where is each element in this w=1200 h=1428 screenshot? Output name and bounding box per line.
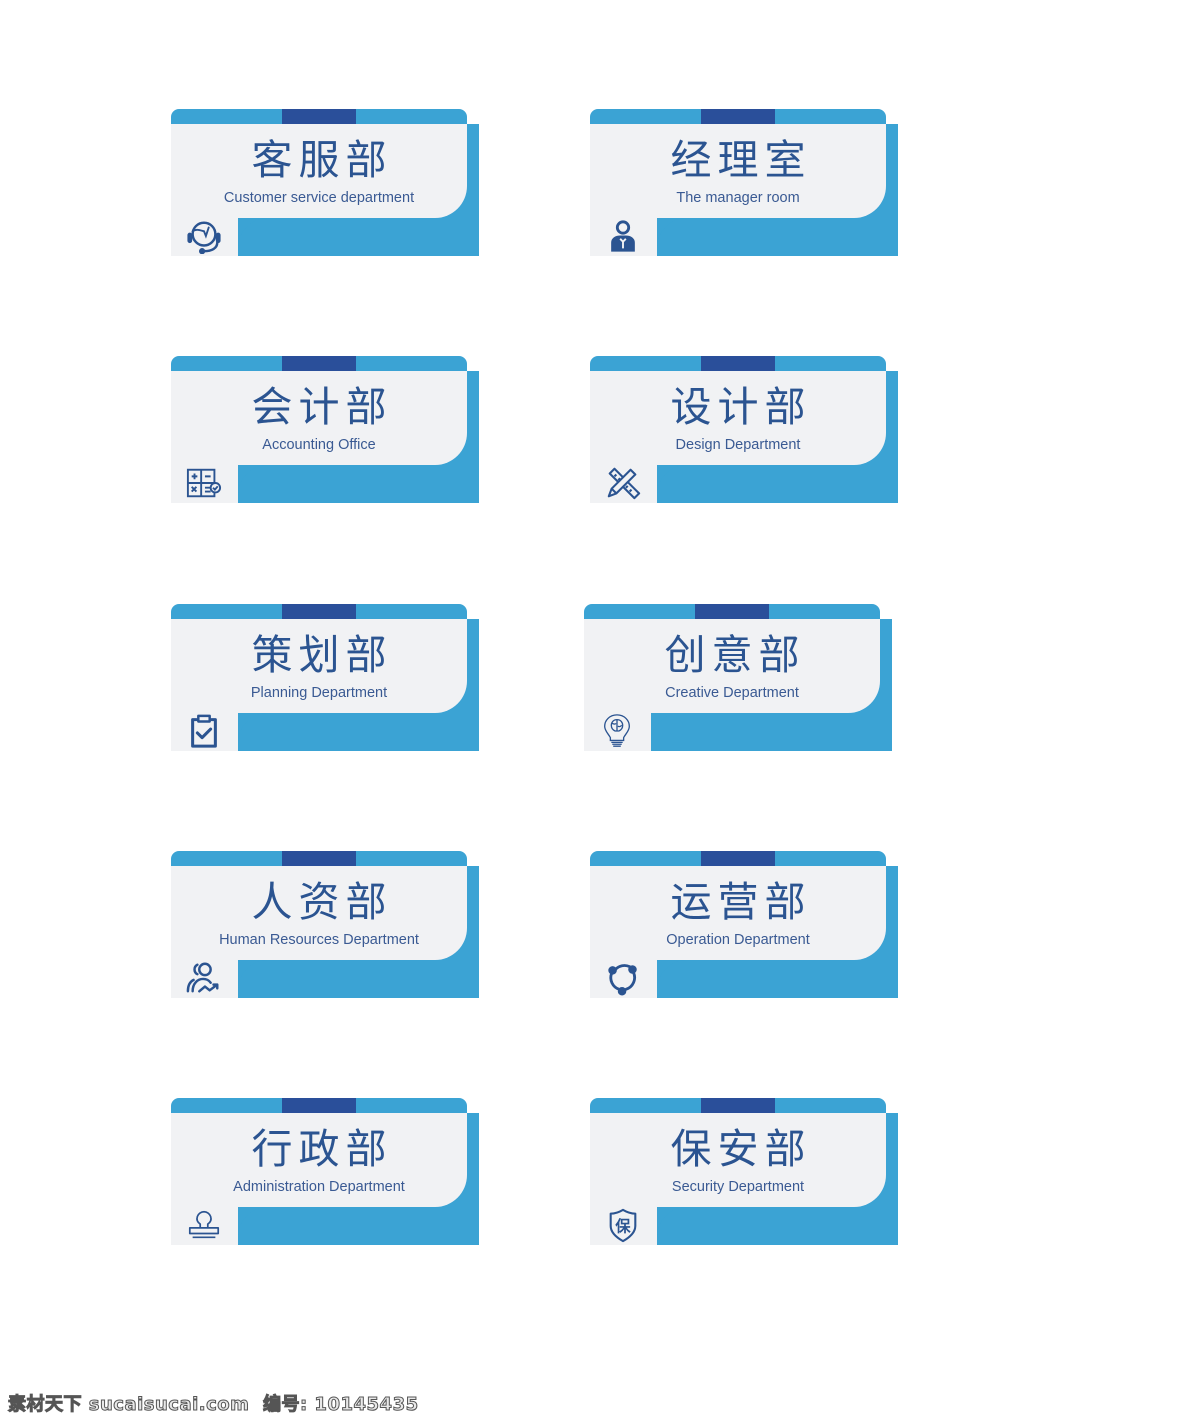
sign-subtitle: Creative Department [665, 685, 799, 701]
top-bar-segment [282, 356, 356, 372]
sign-planning: 策划部 Planning Department [171, 604, 479, 751]
headset-icon [183, 217, 225, 255]
people-growth-icon [183, 959, 225, 997]
sign-subtitle: Administration Department [233, 1179, 405, 1195]
sign-title: 会计部 [251, 383, 393, 431]
svg-text:保: 保 [614, 1218, 631, 1236]
accent-wave [657, 218, 898, 256]
top-bar-segment [282, 1098, 356, 1114]
sign-subtitle: The manager room [676, 190, 800, 206]
sign-title: 经理室 [670, 136, 812, 184]
sign-design: 设计部 Design Department [590, 356, 898, 503]
sign-title: 策划部 [251, 631, 393, 679]
top-bar [590, 356, 886, 372]
top-bar [171, 356, 467, 372]
accent-wave [651, 713, 892, 751]
calculator-icon [183, 464, 225, 502]
accent-wave [657, 465, 898, 503]
cycle-nodes-icon [602, 959, 644, 997]
sign-manager-room: 经理室 The manager room [590, 109, 898, 256]
sign-subtitle: Human Resources Department [219, 932, 419, 948]
sign-accounting: 会计部 Accounting Office [171, 356, 479, 503]
ruler-pencil-icon [602, 464, 644, 502]
sign-title: 行政部 [251, 1125, 393, 1173]
sign-subtitle: Design Department [675, 437, 801, 453]
top-bar-segment [282, 109, 356, 125]
sign-administration: 行政部 Administration Department [171, 1098, 479, 1245]
sign-title: 客服部 [251, 136, 393, 184]
clipboard-check-icon [183, 712, 225, 750]
sign-title: 人资部 [251, 878, 393, 926]
top-bar [171, 109, 467, 125]
accent-wave [657, 960, 898, 998]
top-bar [171, 1098, 467, 1114]
top-bar [171, 851, 467, 867]
top-bar-segment [701, 109, 775, 125]
security-shield-icon: 保 [602, 1206, 644, 1244]
sign-subtitle: Accounting Office [262, 437, 376, 453]
sign-subtitle: Operation Department [666, 932, 810, 948]
accent-wave [238, 960, 479, 998]
sign-title: 运营部 [670, 878, 812, 926]
sign-subtitle: Customer service department [223, 190, 415, 206]
sign-title: 保安部 [670, 1125, 812, 1173]
accent-wave [238, 218, 479, 256]
sign-security: 保安部 Security Department 保 [590, 1098, 898, 1245]
sign-title: 创意部 [664, 631, 806, 679]
accent-wave [238, 1207, 479, 1245]
top-bar-segment [701, 1098, 775, 1114]
top-bar [590, 851, 886, 867]
top-bar-segment [282, 604, 356, 620]
top-bar [584, 604, 880, 620]
sign-title: 设计部 [670, 383, 812, 431]
lightbulb-brain-icon [596, 712, 638, 750]
watermark: 素材天下 sucaisucai.com 编号: 10145435 [8, 1394, 419, 1416]
stamp-icon [183, 1206, 225, 1244]
sign-customer-service: 客服部 Customer service department [171, 109, 479, 256]
sign-creative: 创意部 Creative Department [584, 604, 892, 751]
sign-subtitle: Security Department [671, 1179, 805, 1195]
sign-operation: 运营部 Operation Department [590, 851, 898, 998]
accent-wave [238, 465, 479, 503]
accent-wave [657, 1207, 898, 1245]
top-bar [590, 109, 886, 125]
top-bar-segment [701, 851, 775, 867]
sign-human-resources: 人资部 Human Resources Department [171, 851, 479, 998]
sign-subtitle: Planning Department [250, 685, 388, 701]
top-bar-segment [701, 356, 775, 372]
manager-icon [602, 217, 644, 255]
top-bar [590, 1098, 886, 1114]
top-bar-segment [695, 604, 769, 620]
top-bar [171, 604, 467, 620]
accent-wave [238, 713, 479, 751]
top-bar-segment [282, 851, 356, 867]
